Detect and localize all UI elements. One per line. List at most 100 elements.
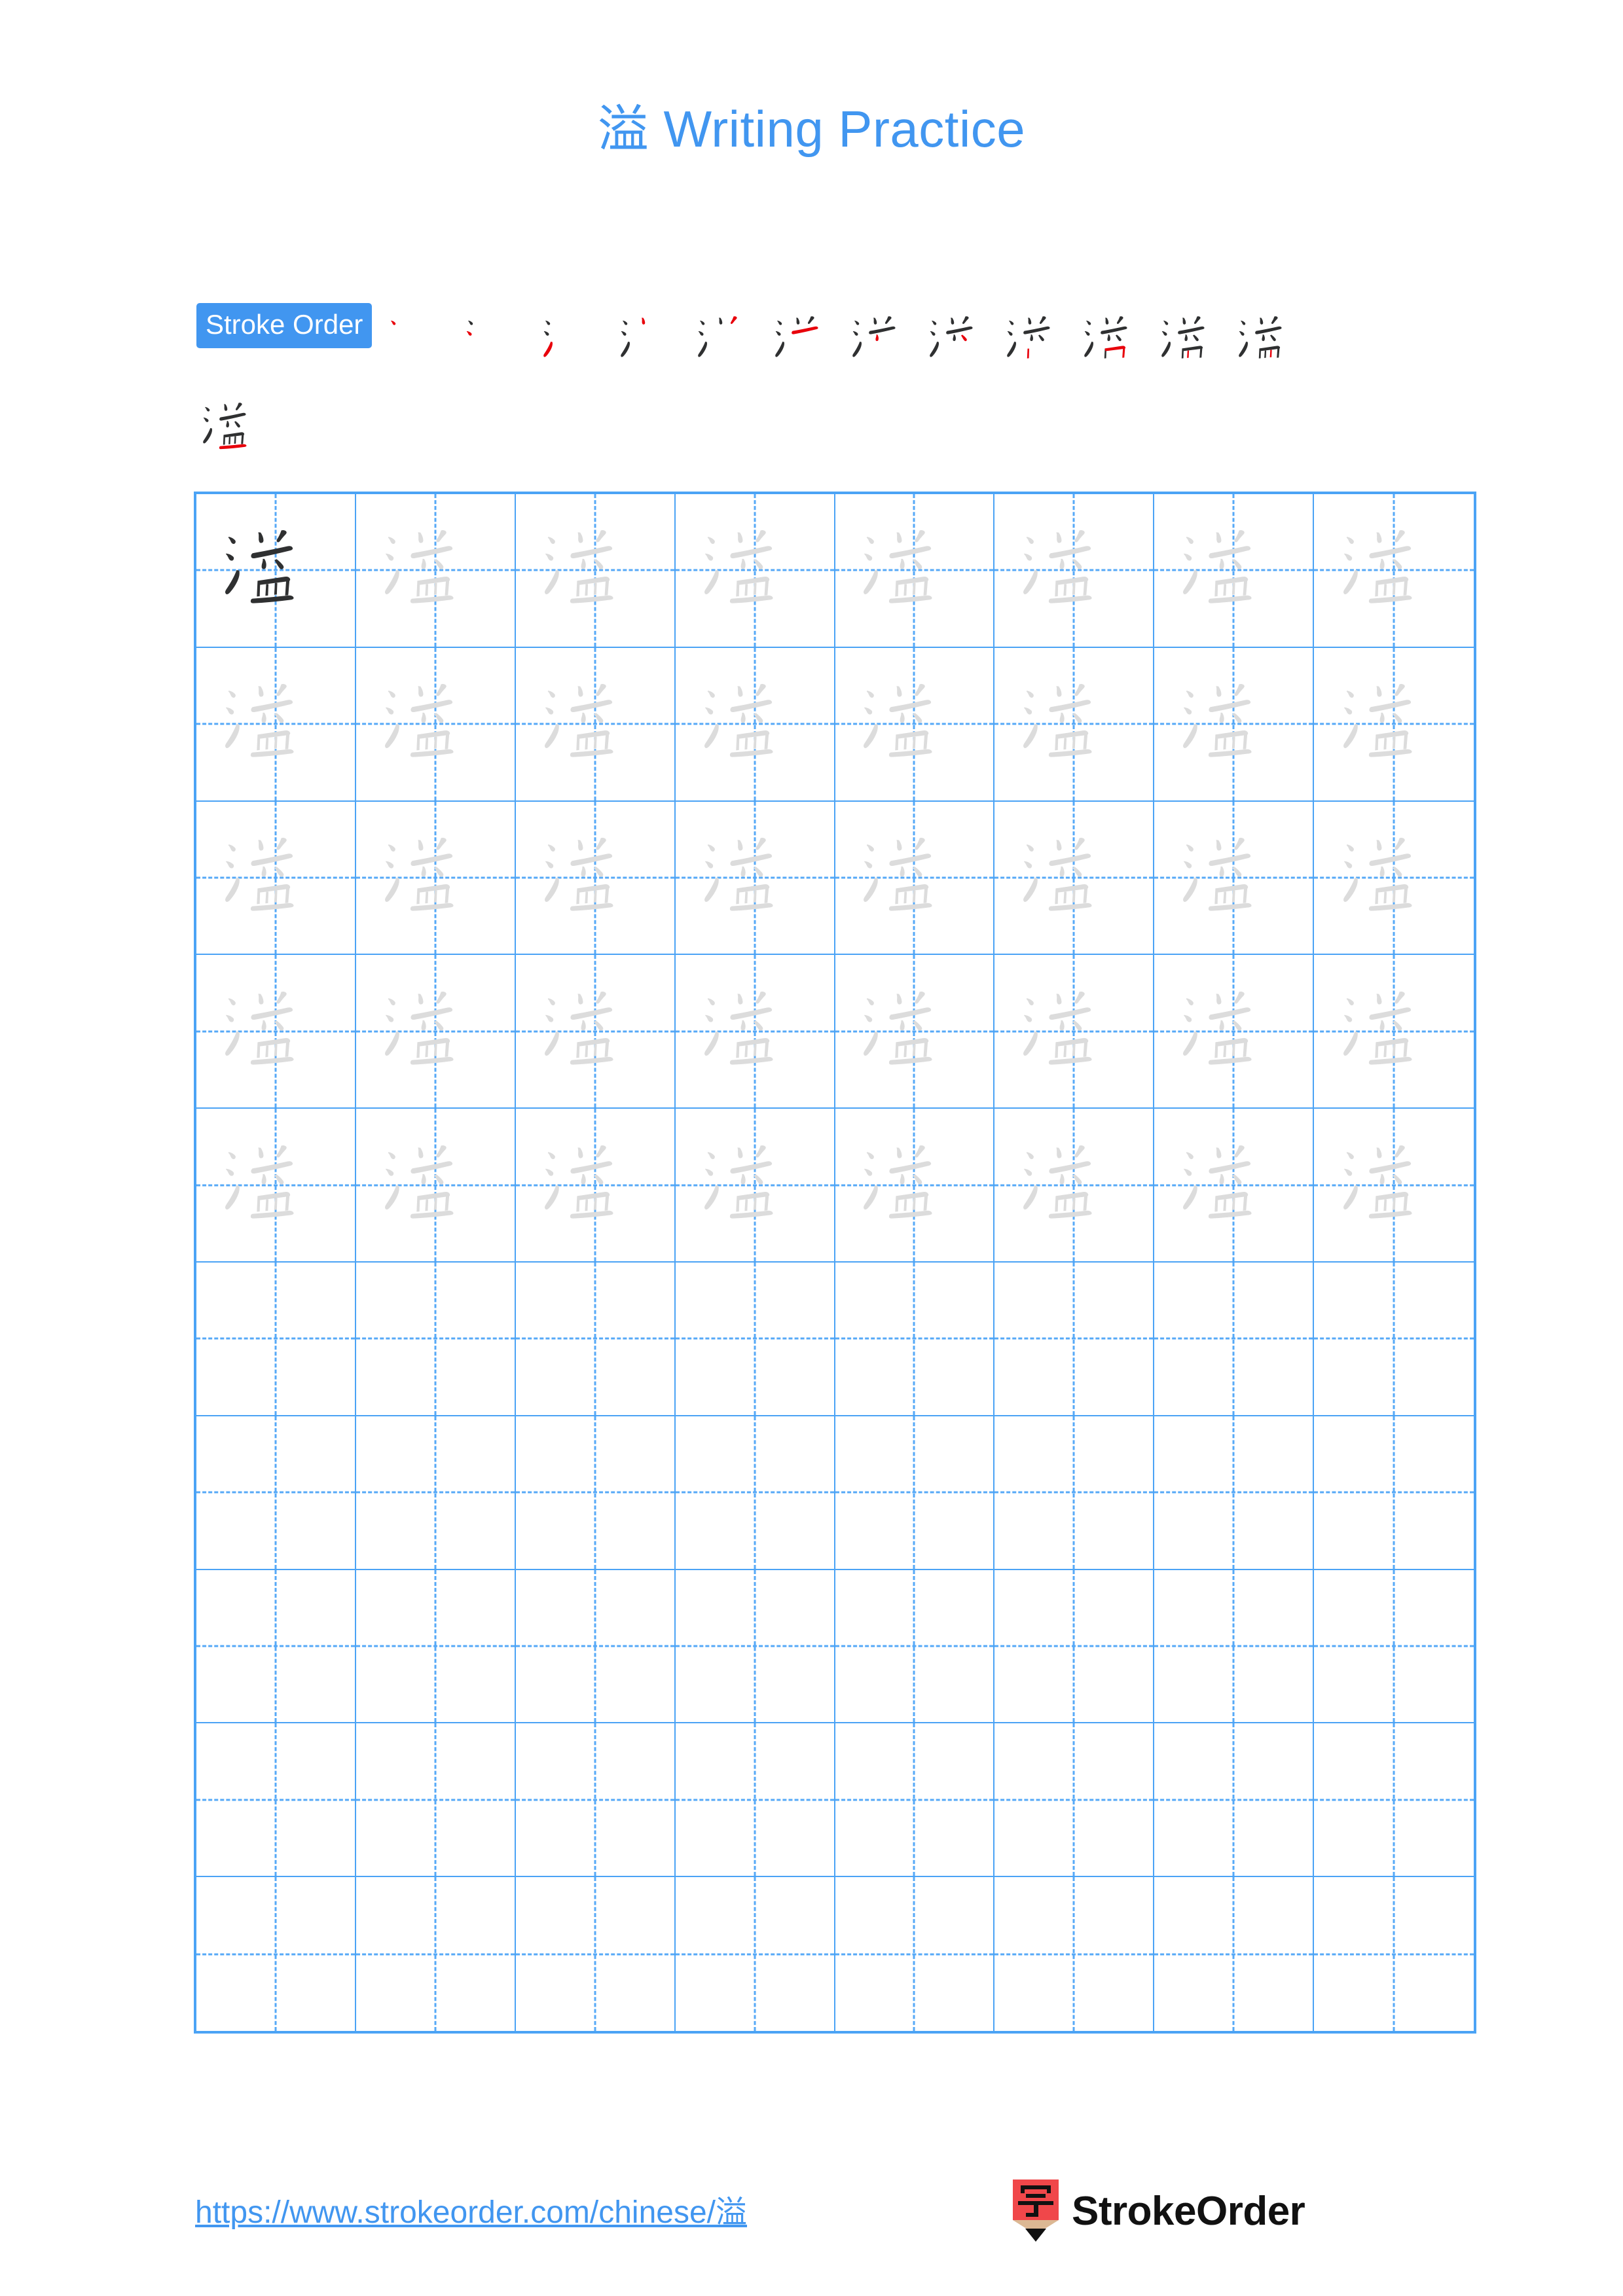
practice-cell[interactable] bbox=[1154, 1416, 1315, 1570]
practice-cell[interactable] bbox=[835, 1570, 995, 1724]
trace-character bbox=[994, 494, 1153, 647]
practice-cell[interactable] bbox=[1154, 955, 1315, 1109]
practice-cell[interactable] bbox=[516, 1877, 676, 2031]
trace-character bbox=[196, 648, 355, 800]
practice-cell[interactable] bbox=[675, 955, 835, 1109]
practice-cell[interactable] bbox=[994, 1723, 1155, 1878]
practice-cell[interactable] bbox=[994, 1877, 1155, 2031]
practice-cell[interactable] bbox=[994, 955, 1155, 1109]
practice-cell[interactable] bbox=[1314, 1877, 1474, 2031]
practice-cell[interactable] bbox=[994, 801, 1155, 956]
practice-cell[interactable] bbox=[675, 1416, 835, 1570]
practice-cell[interactable] bbox=[515, 1109, 676, 1263]
practice-cell[interactable] bbox=[1314, 1109, 1474, 1263]
practice-cell[interactable] bbox=[515, 1570, 676, 1724]
page-title: 溢 Writing Practice bbox=[0, 101, 1623, 158]
practice-cell[interactable] bbox=[1314, 955, 1474, 1109]
practice-cell[interactable] bbox=[515, 1263, 676, 1416]
practice-cell[interactable] bbox=[356, 1570, 516, 1724]
practice-cell[interactable] bbox=[676, 1877, 835, 2031]
practice-cell[interactable] bbox=[835, 955, 995, 1109]
practice-cell[interactable] bbox=[356, 955, 516, 1109]
footer: https://www.strokeorder.com/chinese/溢 St… bbox=[0, 2179, 1623, 2258]
practice-cell[interactable] bbox=[675, 647, 835, 802]
practice-cell[interactable] bbox=[515, 494, 676, 648]
practice-cell[interactable] bbox=[675, 801, 835, 956]
practice-cell[interactable] bbox=[835, 1877, 995, 2031]
practice-cell[interactable] bbox=[994, 1570, 1155, 1724]
trace-character bbox=[196, 955, 355, 1107]
practice-cell[interactable] bbox=[515, 955, 676, 1109]
trace-character bbox=[1314, 1109, 1474, 1261]
practice-cell[interactable] bbox=[515, 1723, 676, 1878]
practice-cell[interactable] bbox=[196, 1877, 356, 2031]
practice-cell[interactable] bbox=[835, 1263, 995, 1416]
practice-cell[interactable] bbox=[675, 1723, 835, 1878]
practice-cell[interactable] bbox=[675, 494, 835, 648]
practice-cell[interactable] bbox=[196, 1109, 356, 1263]
practice-cell[interactable] bbox=[356, 1877, 516, 2031]
practice-cell[interactable] bbox=[196, 647, 356, 802]
practice-cell[interactable] bbox=[835, 647, 995, 802]
practice-cell[interactable] bbox=[515, 647, 676, 802]
practice-cell[interactable] bbox=[1154, 1723, 1315, 1878]
practice-cell[interactable] bbox=[196, 1263, 356, 1416]
practice-cell[interactable] bbox=[1154, 1570, 1315, 1724]
practice-cell[interactable] bbox=[1314, 1723, 1474, 1878]
trace-character bbox=[1154, 1109, 1313, 1261]
practice-cell[interactable] bbox=[356, 1723, 516, 1878]
practice-cell[interactable] bbox=[835, 1416, 995, 1570]
practice-cell[interactable] bbox=[196, 1416, 356, 1570]
practice-cell[interactable] bbox=[994, 494, 1155, 648]
practice-cell[interactable] bbox=[994, 647, 1155, 802]
practice-cell[interactable] bbox=[1314, 1263, 1474, 1416]
trace-character bbox=[356, 1109, 515, 1261]
practice-cell[interactable] bbox=[1314, 648, 1474, 802]
practice-cell[interactable] bbox=[1314, 494, 1474, 648]
practice-cell[interactable] bbox=[196, 494, 356, 648]
practice-cell[interactable] bbox=[1314, 1570, 1474, 1724]
practice-cell[interactable] bbox=[196, 955, 356, 1109]
footer-url-link[interactable]: https://www.strokeorder.com/chinese/溢 bbox=[195, 2186, 747, 2232]
practice-cell[interactable] bbox=[994, 1109, 1155, 1263]
practice-cell[interactable] bbox=[196, 1570, 356, 1724]
practice-cell[interactable] bbox=[1314, 802, 1474, 956]
practice-cell[interactable] bbox=[356, 1263, 516, 1416]
trace-character bbox=[356, 494, 515, 647]
practice-cell[interactable] bbox=[1314, 1416, 1474, 1570]
practice-cell[interactable] bbox=[994, 1416, 1155, 1570]
practice-cell[interactable] bbox=[356, 494, 516, 648]
practice-cell[interactable] bbox=[1154, 494, 1315, 648]
practice-cell[interactable] bbox=[835, 801, 995, 956]
practice-cell[interactable] bbox=[196, 801, 356, 956]
practice-cell[interactable] bbox=[1154, 1877, 1315, 2031]
stroke-step-1 bbox=[382, 303, 460, 380]
practice-cell[interactable] bbox=[515, 801, 676, 956]
trace-character bbox=[356, 955, 515, 1107]
brand-logo-group[interactable]: StrokeOrder bbox=[1012, 2179, 1305, 2242]
trace-character bbox=[835, 1109, 994, 1261]
practice-cell[interactable] bbox=[835, 494, 995, 648]
practice-cell[interactable] bbox=[1154, 1263, 1315, 1416]
practice-cell[interactable] bbox=[1154, 647, 1315, 802]
practice-cell[interactable] bbox=[835, 1109, 995, 1263]
stroke-step-5 bbox=[691, 303, 769, 380]
practice-cell[interactable] bbox=[675, 1570, 835, 1724]
practice-cell[interactable] bbox=[515, 1416, 676, 1570]
stroke-step-6 bbox=[769, 303, 846, 380]
practice-cell[interactable] bbox=[1154, 1109, 1315, 1263]
practice-cell[interactable] bbox=[835, 1723, 995, 1878]
practice-cell[interactable] bbox=[196, 1723, 356, 1878]
trace-character bbox=[994, 648, 1153, 800]
practice-cell[interactable] bbox=[356, 801, 516, 956]
practice-cell[interactable] bbox=[675, 1263, 835, 1416]
practice-cell[interactable] bbox=[356, 1416, 516, 1570]
stroke-order-badge: Stroke Order bbox=[196, 303, 373, 348]
practice-cell[interactable] bbox=[1154, 801, 1315, 956]
trace-character bbox=[1314, 494, 1474, 647]
trace-character bbox=[676, 494, 834, 647]
practice-cell[interactable] bbox=[675, 1109, 835, 1263]
practice-cell[interactable] bbox=[994, 1263, 1155, 1416]
practice-cell[interactable] bbox=[356, 647, 516, 802]
practice-cell[interactable] bbox=[356, 1109, 516, 1263]
